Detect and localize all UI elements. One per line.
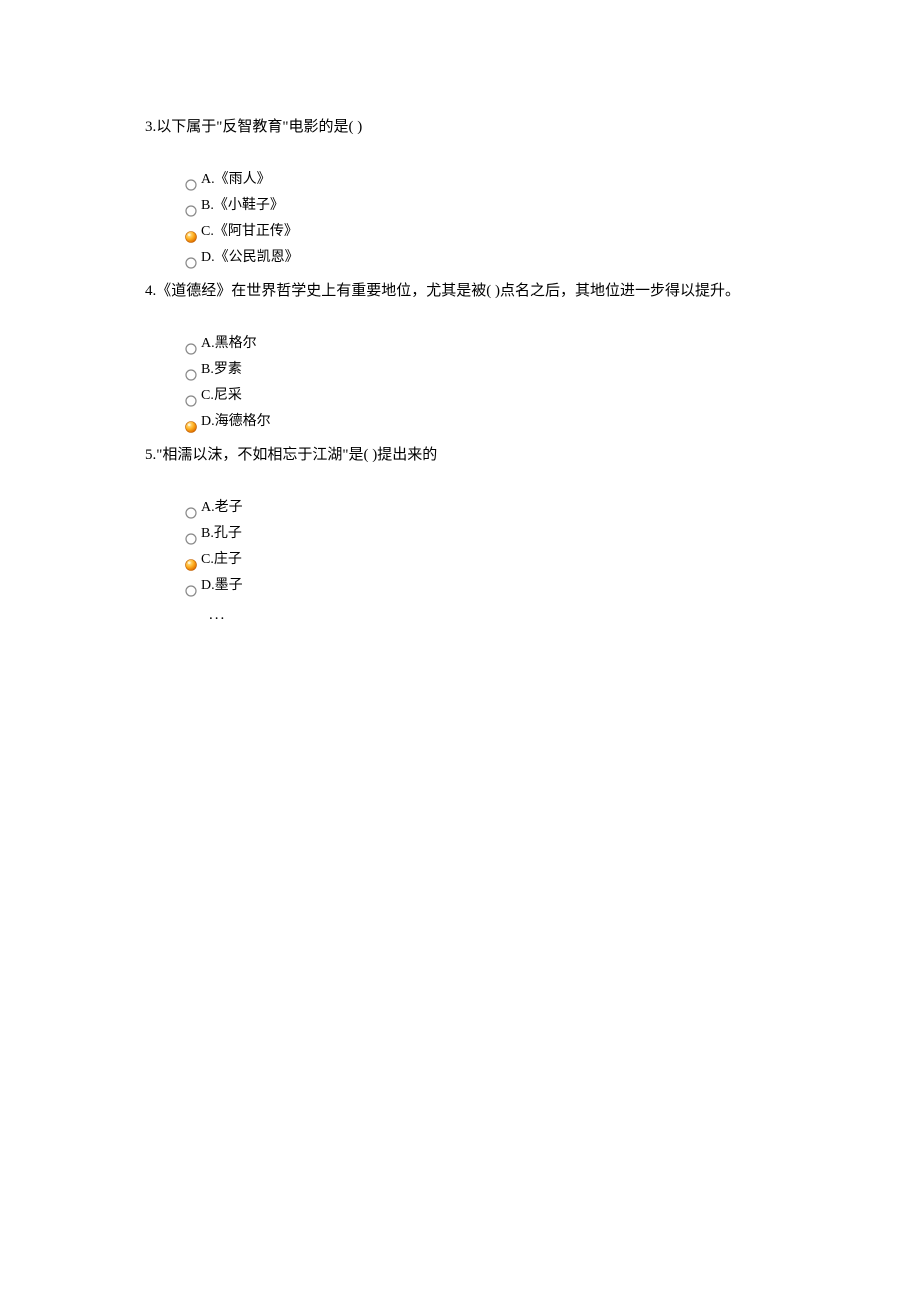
option-d[interactable]: D.海德格尔 bbox=[185, 409, 860, 435]
option-a[interactable]: A.黑格尔 bbox=[185, 331, 860, 357]
question-4: 4.《道德经》在世界哲学史上有重要地位，尤其是被( )点名之后，其地位进一步得以… bbox=[145, 279, 860, 435]
option-label: C.《阿甘正传》 bbox=[201, 219, 298, 245]
option-label: A.《雨人》 bbox=[201, 167, 271, 193]
question-number: 5. bbox=[145, 447, 156, 463]
radio-selected-icon[interactable] bbox=[185, 554, 197, 566]
question-number: 3. bbox=[145, 119, 156, 135]
question-stem: 《道德经》在世界哲学史上有重要地位，尤其是被( )点名之后，其地位进一步得以提升… bbox=[156, 283, 740, 299]
option-label: A.黑格尔 bbox=[201, 331, 257, 357]
option-d[interactable]: D.《公民凯恩》 bbox=[185, 245, 860, 271]
option-label: B.《小鞋子》 bbox=[201, 193, 284, 219]
option-c[interactable]: C.《阿甘正传》 bbox=[185, 219, 860, 245]
option-c[interactable]: C.庄子 bbox=[185, 547, 860, 573]
option-c[interactable]: C.尼采 bbox=[185, 383, 860, 409]
options-group: A.黑格尔 B.罗素 C.尼采 bbox=[145, 331, 860, 435]
option-b[interactable]: B.罗素 bbox=[185, 357, 860, 383]
question-number: 4. bbox=[145, 283, 156, 299]
radio-unselected-icon[interactable] bbox=[185, 252, 197, 264]
ellipsis: ... bbox=[145, 607, 860, 624]
option-a[interactable]: A.老子 bbox=[185, 495, 860, 521]
option-a[interactable]: A.《雨人》 bbox=[185, 167, 860, 193]
option-label: C.庄子 bbox=[201, 547, 242, 573]
question-5: 5."相濡以沫，不如相忘于江湖"是( )提出来的 A.老子 B.孔子 bbox=[145, 443, 860, 599]
option-label: D.《公民凯恩》 bbox=[201, 245, 299, 271]
question-text: 5."相濡以沫，不如相忘于江湖"是( )提出来的 bbox=[145, 443, 860, 467]
question-text: 4.《道德经》在世界哲学史上有重要地位，尤其是被( )点名之后，其地位进一步得以… bbox=[145, 279, 860, 303]
question-stem: 以下属于"反智教育"电影的是( ) bbox=[156, 119, 362, 135]
radio-unselected-icon[interactable] bbox=[185, 528, 197, 540]
option-label: D.海德格尔 bbox=[201, 409, 271, 435]
radio-unselected-icon[interactable] bbox=[185, 174, 197, 186]
option-b[interactable]: B.孔子 bbox=[185, 521, 860, 547]
radio-unselected-icon[interactable] bbox=[185, 390, 197, 402]
question-3: 3.以下属于"反智教育"电影的是( ) A.《雨人》 B.《小鞋子》 bbox=[145, 115, 860, 271]
option-label: B.罗素 bbox=[201, 357, 242, 383]
radio-unselected-icon[interactable] bbox=[185, 580, 197, 592]
option-label: B.孔子 bbox=[201, 521, 242, 547]
question-text: 3.以下属于"反智教育"电影的是( ) bbox=[145, 115, 860, 139]
option-b[interactable]: B.《小鞋子》 bbox=[185, 193, 860, 219]
radio-selected-icon[interactable] bbox=[185, 416, 197, 428]
radio-unselected-icon[interactable] bbox=[185, 200, 197, 212]
quiz-page: 3.以下属于"反智教育"电影的是( ) A.《雨人》 B.《小鞋子》 bbox=[0, 0, 920, 624]
radio-unselected-icon[interactable] bbox=[185, 364, 197, 376]
radio-unselected-icon[interactable] bbox=[185, 338, 197, 350]
option-label: A.老子 bbox=[201, 495, 243, 521]
option-label: D.墨子 bbox=[201, 573, 243, 599]
option-label: C.尼采 bbox=[201, 383, 242, 409]
option-d[interactable]: D.墨子 bbox=[185, 573, 860, 599]
options-group: A.《雨人》 B.《小鞋子》 C.《阿甘正传》 bbox=[145, 167, 860, 271]
radio-selected-icon[interactable] bbox=[185, 226, 197, 238]
question-stem: "相濡以沫，不如相忘于江湖"是( )提出来的 bbox=[156, 447, 437, 463]
radio-unselected-icon[interactable] bbox=[185, 502, 197, 514]
options-group: A.老子 B.孔子 C.庄子 bbox=[145, 495, 860, 599]
